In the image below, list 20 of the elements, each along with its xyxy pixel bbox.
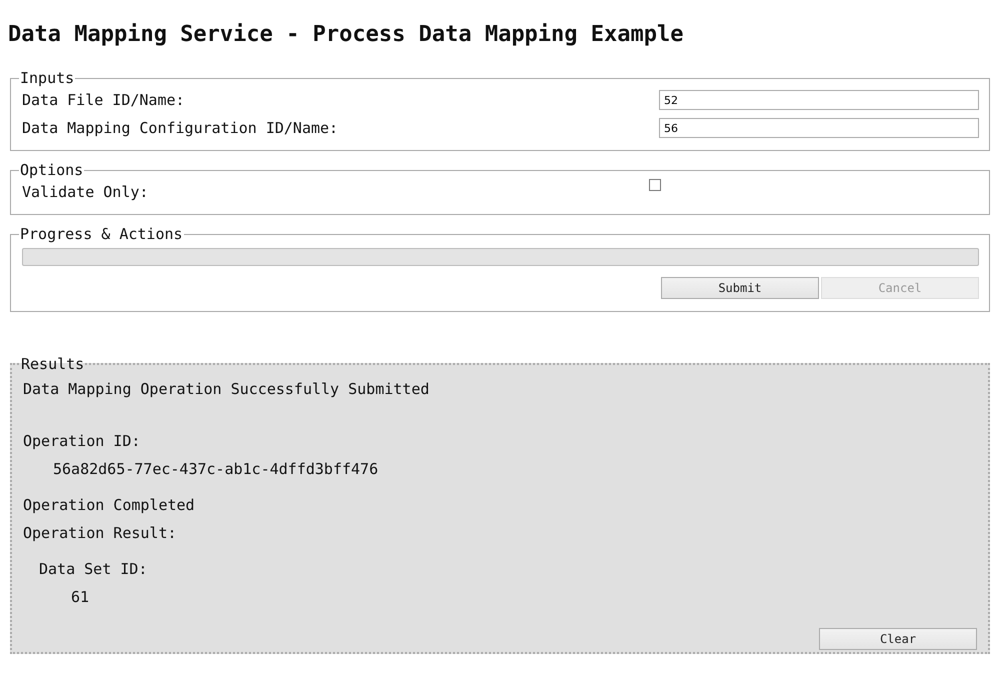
result-text: Operation Result: (23, 524, 178, 542)
result-text: Operation Completed (23, 496, 196, 514)
result-text: Data Mapping Operation Successfully Submitted (23, 380, 430, 398)
option-label: Validate Only: (22, 183, 150, 201)
result-text: 61 (70, 588, 90, 606)
input-field[interactable]: 52 (659, 90, 979, 110)
page-title: Data Mapping Service - Process Data Mapping Example (8, 21, 685, 49)
input-field[interactable]: 56 (659, 118, 979, 138)
panel-legend: Inputs (19, 70, 76, 86)
field-label: Data Mapping Configuration ID/Name: (22, 119, 340, 137)
submit-button[interactable]: Submit (661, 277, 819, 299)
field-label: Data File ID/Name: (22, 91, 186, 109)
result-text: Operation ID: (23, 432, 142, 450)
clear-button[interactable]: Clear (819, 628, 977, 650)
panel-legend: Options (19, 162, 84, 178)
result-text: 56a82d65-77ec-437c-ab1c-4dffd3bff476 (52, 460, 380, 478)
checkbox[interactable] (649, 179, 661, 191)
panel-legend: Progress & Actions (19, 226, 184, 242)
panel-legend: Results (20, 356, 86, 372)
result-text: Data Set ID: (38, 560, 148, 578)
